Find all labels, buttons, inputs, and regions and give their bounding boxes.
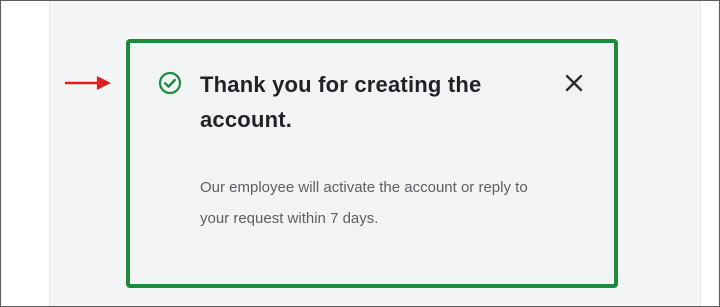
- check-circle-icon: [158, 71, 182, 95]
- success-notification: Thank you for creating the account. Our …: [126, 39, 618, 288]
- notification-message: Our employee will activate the account o…: [200, 179, 528, 227]
- notification-title: Thank you for creating the account.: [200, 72, 482, 132]
- arrow-right-icon: [65, 76, 111, 90]
- screenshot-frame: Thank you for creating the account. Our …: [0, 0, 720, 307]
- close-button[interactable]: [562, 71, 586, 95]
- close-icon[interactable]: [562, 71, 586, 95]
